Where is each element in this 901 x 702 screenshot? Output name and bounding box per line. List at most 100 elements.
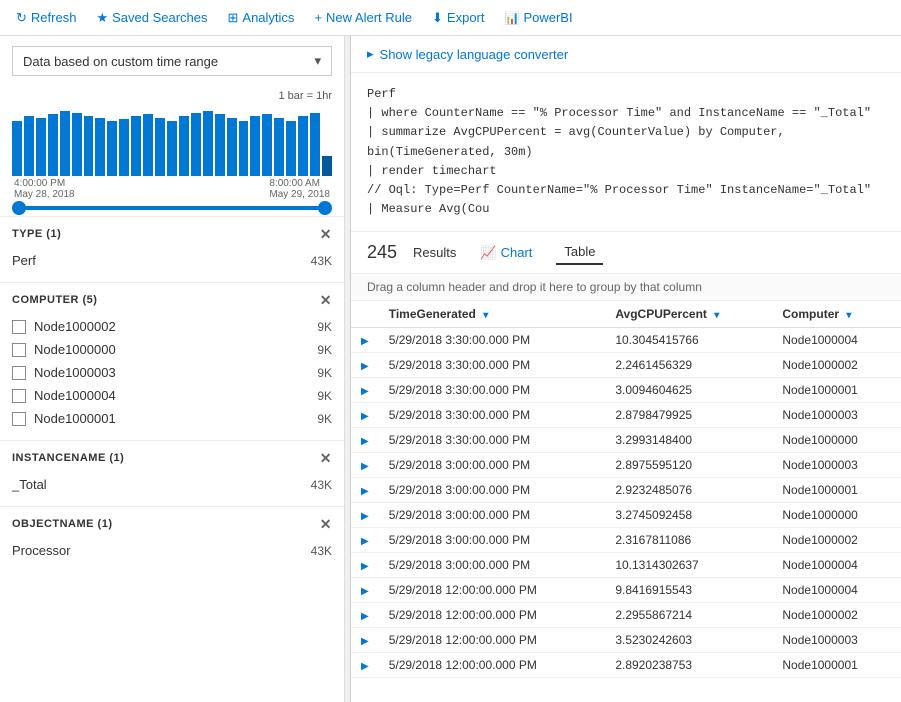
col-header-computer[interactable]: Computer ▾ <box>772 301 901 328</box>
refresh-button[interactable]: ↻ Refresh <box>8 6 84 30</box>
row-expand-icon[interactable]: ▶ <box>361 336 369 347</box>
table-row[interactable]: ▶5/29/2018 3:30:00.000 PM3.0094604625Nod… <box>351 378 901 403</box>
toolbar: ↻ Refresh ★ Saved Searches ⊞ Analytics +… <box>0 0 901 36</box>
row-expand-cell[interactable]: ▶ <box>351 528 379 553</box>
table-row[interactable]: ▶5/29/2018 3:30:00.000 PM10.3045415766No… <box>351 328 901 353</box>
slider-area[interactable] <box>0 200 344 216</box>
filter-checkbox[interactable] <box>12 389 26 403</box>
row-expand-cell[interactable]: ▶ <box>351 578 379 603</box>
table-row[interactable]: ▶5/29/2018 12:00:00.000 PM2.8920238753No… <box>351 653 901 678</box>
row-expand-icon[interactable]: ▶ <box>361 486 369 497</box>
hist-bar <box>60 111 70 176</box>
data-table: TimeGenerated ▾ AvgCPUPercent ▾ Computer… <box>351 301 901 678</box>
filter-icon-avg[interactable]: ▾ <box>714 310 719 321</box>
row-expand-icon[interactable]: ▶ <box>361 586 369 597</box>
row-expand-cell[interactable]: ▶ <box>351 653 379 678</box>
table-row[interactable]: ▶5/29/2018 3:30:00.000 PM3.2993148400Nod… <box>351 428 901 453</box>
table-row[interactable]: ▶5/29/2018 3:00:00.000 PM3.2745092458Nod… <box>351 503 901 528</box>
export-button[interactable]: ⬇ Export <box>424 6 492 30</box>
row-expand-icon[interactable]: ▶ <box>361 386 369 397</box>
row-expand-icon[interactable]: ▶ <box>361 611 369 622</box>
row-expand-icon[interactable]: ▶ <box>361 436 369 447</box>
row-expand-icon[interactable]: ▶ <box>361 511 369 522</box>
time-range-selector[interactable]: Data based on custom time range ▾ <box>12 46 332 76</box>
analytics-button[interactable]: ⊞ Analytics <box>220 6 303 30</box>
row-expand-cell[interactable]: ▶ <box>351 503 379 528</box>
chevron-down-icon: ▾ <box>314 53 321 69</box>
new-alert-rule-button[interactable]: + New Alert Rule <box>306 6 420 29</box>
table-row[interactable]: ▶5/29/2018 3:30:00.000 PM2.8798479925Nod… <box>351 403 901 428</box>
row-expand-icon[interactable]: ▶ <box>361 411 369 422</box>
cell-avg: 2.9232485076 <box>605 478 772 503</box>
slider-track[interactable] <box>12 206 332 210</box>
tab-table[interactable]: Table <box>556 240 603 265</box>
table-row[interactable]: ▶5/29/2018 12:00:00.000 PM3.5230242603No… <box>351 628 901 653</box>
filter-close-icon[interactable]: ✕ <box>320 451 332 465</box>
row-expand-icon[interactable]: ▶ <box>361 536 369 547</box>
filter-icon-time[interactable]: ▾ <box>483 310 488 321</box>
filter-checkbox[interactable] <box>12 412 26 426</box>
plus-icon: + <box>314 10 322 25</box>
left-date: May 28, 2018 <box>14 189 75 200</box>
left-panel: Data based on custom time range ▾ 1 bar … <box>0 36 345 702</box>
row-expand-icon[interactable]: ▶ <box>361 361 369 372</box>
filter-icon-computer[interactable]: ▾ <box>846 310 851 321</box>
language-converter-bar[interactable]: ▸ Show legacy language converter <box>351 36 901 73</box>
row-expand-cell[interactable]: ▶ <box>351 428 379 453</box>
filter-close-icon[interactable]: ✕ <box>320 227 332 241</box>
cell-avg: 9.8416915543 <box>605 578 772 603</box>
query-box: Perf | where CounterName == "% Processor… <box>351 73 901 232</box>
table-row[interactable]: ▶5/29/2018 3:00:00.000 PM2.3167811086Nod… <box>351 528 901 553</box>
table-row[interactable]: ▶5/29/2018 3:00:00.000 PM2.9232485076Nod… <box>351 478 901 503</box>
hist-bar <box>227 118 237 176</box>
filter-section-type: TYPE (1)✕Perf43K <box>0 216 344 282</box>
row-expand-icon[interactable]: ▶ <box>361 561 369 572</box>
filter-checkbox[interactable] <box>12 366 26 380</box>
row-expand-cell[interactable]: ▶ <box>351 328 379 353</box>
slider-thumb-left[interactable] <box>12 201 26 215</box>
row-expand-icon[interactable]: ▶ <box>361 636 369 647</box>
filter-checkbox[interactable] <box>12 343 26 357</box>
time-range-label: Data based on custom time range <box>23 54 218 69</box>
hist-bar <box>155 118 165 176</box>
powerbi-button[interactable]: 📊 PowerBI <box>497 6 581 29</box>
row-expand-cell[interactable]: ▶ <box>351 403 379 428</box>
filter-section-objectname: OBJECTNAME (1)✕Processor43K <box>0 506 344 572</box>
table-row[interactable]: ▶5/29/2018 3:30:00.000 PM2.2461456329Nod… <box>351 353 901 378</box>
row-expand-cell[interactable]: ▶ <box>351 378 379 403</box>
col-header-avg[interactable]: AvgCPUPercent ▾ <box>605 301 772 328</box>
filter-close-icon[interactable]: ✕ <box>320 517 332 531</box>
row-expand-cell[interactable]: ▶ <box>351 453 379 478</box>
analytics-label: Analytics <box>242 10 294 25</box>
slider-thumb-right[interactable] <box>318 201 332 215</box>
row-expand-icon[interactable]: ▶ <box>361 461 369 472</box>
row-expand-cell[interactable]: ▶ <box>351 478 379 503</box>
cell-time: 5/29/2018 3:30:00.000 PM <box>379 328 606 353</box>
saved-searches-button[interactable]: ★ Saved Searches <box>88 6 215 30</box>
row-expand-icon[interactable]: ▶ <box>361 661 369 672</box>
row-expand-cell[interactable]: ▶ <box>351 553 379 578</box>
hist-bar <box>250 116 260 176</box>
row-expand-cell[interactable]: ▶ <box>351 353 379 378</box>
filter-close-icon[interactable]: ✕ <box>320 293 332 307</box>
hist-bar <box>274 118 284 176</box>
list-item: Node10000049K <box>12 384 332 407</box>
col-header-time[interactable]: TimeGenerated ▾ <box>379 301 606 328</box>
table-header-row: TimeGenerated ▾ AvgCPUPercent ▾ Computer… <box>351 301 901 328</box>
table-row[interactable]: ▶5/29/2018 3:00:00.000 PM2.8975595120Nod… <box>351 453 901 478</box>
powerbi-icon: 📊 <box>505 11 520 25</box>
filter-row-count: 43K <box>311 544 332 558</box>
cell-avg: 3.0094604625 <box>605 378 772 403</box>
tab-chart[interactable]: 📈 Chart <box>472 241 540 265</box>
filter-section-computer: COMPUTER (5)✕Node10000029KNode10000009KN… <box>0 282 344 440</box>
filter-checkbox[interactable] <box>12 320 26 334</box>
table-row[interactable]: ▶5/29/2018 12:00:00.000 PM2.2955867214No… <box>351 603 901 628</box>
filter-row-count: 9K <box>317 343 332 357</box>
table-row[interactable]: ▶5/29/2018 3:00:00.000 PM10.1314302637No… <box>351 553 901 578</box>
row-expand-cell[interactable]: ▶ <box>351 603 379 628</box>
row-expand-cell[interactable]: ▶ <box>351 628 379 653</box>
cell-time: 5/29/2018 3:30:00.000 PM <box>379 403 606 428</box>
cell-time: 5/29/2018 12:00:00.000 PM <box>379 578 606 603</box>
table-row[interactable]: ▶5/29/2018 12:00:00.000 PM9.8416915543No… <box>351 578 901 603</box>
filter-header-type: TYPE (1)✕ <box>12 227 332 241</box>
